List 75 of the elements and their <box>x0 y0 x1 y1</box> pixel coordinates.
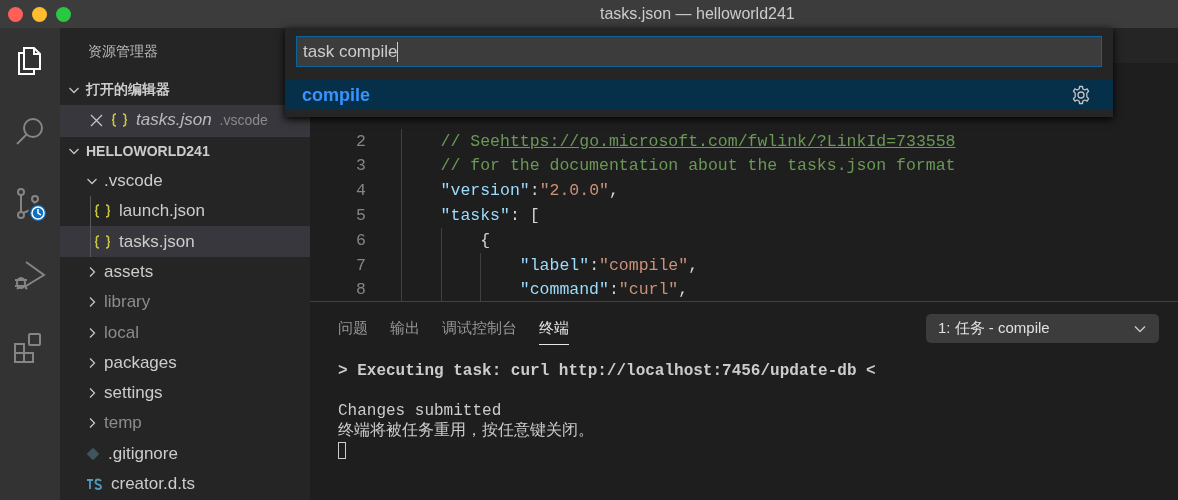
code-punctuation: : <box>529 181 540 201</box>
terminal-cursor <box>338 442 346 460</box>
section-title: 打开的编辑器 <box>86 81 170 100</box>
file-name: tasks.json <box>136 110 212 131</box>
file-name: creator.d.ts <box>111 474 196 494</box>
tree-item[interactable]: tasks.json <box>60 226 310 257</box>
panel-tab[interactable]: 输出 <box>390 313 420 345</box>
file-name: tasks.json <box>119 231 195 252</box>
tree-item[interactable]: assets <box>60 256 310 288</box>
line-number: 4 <box>355 181 366 201</box>
tree-item[interactable]: .vscode <box>60 165 310 197</box>
file-name: .gitignore <box>108 443 178 464</box>
file-name: launch.json <box>119 201 205 222</box>
code-link[interactable]: https://go.microsoft.com/fwlink/?LinkId=733558 <box>500 131 956 151</box>
code-punctuation: { <box>480 230 491 250</box>
file-name: packages <box>104 352 177 373</box>
tree-item[interactable]: .gitignore <box>60 438 310 469</box>
line-number: 7 <box>355 255 366 275</box>
tree-item[interactable]: packages <box>60 347 310 378</box>
command-result[interactable]: compile <box>285 80 1113 110</box>
braces-icon <box>111 113 128 128</box>
terminal-dropdown[interactable]: 1: 任务 - compile <box>926 314 1159 343</box>
braces-icon <box>94 234 111 249</box>
code-punctuation: , <box>688 255 699 275</box>
close-icon[interactable] <box>90 113 103 127</box>
line-number: 8 <box>355 280 366 300</box>
file-name: library <box>104 292 151 313</box>
close-button[interactable] <box>8 6 23 22</box>
code-punctuation: : <box>589 255 600 275</box>
terminal-line: > Executing task: curl http://localhost:7456/update-db < <box>338 361 876 381</box>
sidebar-title: 资源管理器 <box>87 42 158 61</box>
panel-tab[interactable]: 终端 <box>539 313 569 345</box>
code-punctuation: : <box>608 280 619 300</box>
panel-tab[interactable]: 问题 <box>338 313 368 345</box>
tree-item[interactable]: launch.json <box>60 196 310 227</box>
code-comment: // See <box>440 131 500 151</box>
file-name: .vscode <box>104 171 163 192</box>
command-input[interactable]: task compile <box>296 36 1102 67</box>
tree-item[interactable]: settings <box>60 377 310 409</box>
json-string: "compile" <box>599 255 689 275</box>
tree-item[interactable]: temp <box>60 408 310 439</box>
braces-icon <box>94 204 111 219</box>
open-editor-item[interactable]: tasks.json .vscode <box>60 105 310 136</box>
json-string: "2.0.0" <box>539 181 609 201</box>
minimize-button[interactable] <box>32 6 47 22</box>
file-name: temp <box>104 413 142 434</box>
file-name: assets <box>104 261 154 282</box>
tree-item[interactable]: local <box>60 317 310 348</box>
result-label: compile <box>302 84 371 106</box>
line-number: 5 <box>355 206 366 226</box>
json-key: "label" <box>519 255 590 275</box>
section-title: HELLOWORLD241 <box>86 143 210 160</box>
code-punctuation: , <box>608 181 619 201</box>
file-name: local <box>104 322 139 343</box>
line-number: 2 <box>355 131 366 151</box>
tree-item[interactable]: library <box>60 287 310 318</box>
json-key: "version" <box>440 181 530 201</box>
json-key: "tasks" <box>440 206 510 226</box>
terminal-line: Changes submitted <box>338 401 502 421</box>
settings-icon[interactable] <box>1071 85 1091 105</box>
zoom-button[interactable] <box>56 6 71 22</box>
window-title: tasks.json — helloworld241 <box>600 4 795 24</box>
folder-name: .vscode <box>219 112 268 129</box>
file-name: settings <box>104 383 163 404</box>
panel-tab[interactable]: 调试控制台 <box>442 313 517 345</box>
code-punctuation: : [ <box>509 206 540 226</box>
tree-item[interactable]: creator.d.ts <box>60 468 310 500</box>
code-punctuation: , <box>678 280 689 300</box>
json-string: "curl" <box>618 280 679 300</box>
code-comment: // for the documentation about the tasks.json format <box>440 156 956 176</box>
typescript-icon <box>86 478 103 490</box>
line-number: 6 <box>355 230 366 250</box>
json-key: "command" <box>519 280 609 300</box>
terminal-line: 终端将被任务重用，按任意键关闭。 <box>338 421 594 441</box>
line-number: 3 <box>355 156 366 176</box>
